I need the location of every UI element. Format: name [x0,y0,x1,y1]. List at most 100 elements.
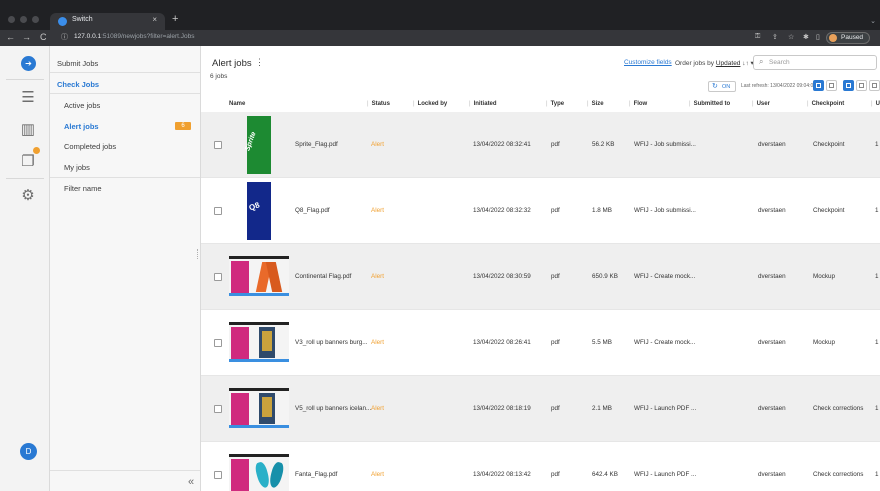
collapse-sidebar-icon[interactable]: « [188,476,194,488]
jobs-icon[interactable]: ❐ [18,152,38,172]
list-icon[interactable]: ☰ [18,88,38,108]
job-size: 642.4 KB [592,471,618,478]
forward-button[interactable]: → [22,32,31,42]
browser-tab[interactable]: Switch × [50,13,165,30]
job-thumbnail: Q8 [229,182,289,240]
search-placeholder: Search [769,59,790,66]
address-bar[interactable]: ⓘ 127.0.0.1:51089/newjobs?filter=alert.J… [58,32,748,44]
gear-icon[interactable]: ⚙ [18,186,38,206]
job-checkpoint: Mockup [813,339,836,346]
job-user: dverstaen [758,141,786,148]
extensions-icon[interactable]: ✱ [803,33,809,41]
window-controls[interactable] [8,16,39,23]
column-header-name[interactable]: Name [229,101,245,107]
switch-logo-icon[interactable]: ➔ [21,56,36,71]
job-name[interactable]: Continental Flag.pdf [295,273,351,280]
job-thumbnail [229,314,289,372]
bookmark-star-icon[interactable]: ☆ [788,33,794,41]
column-header-status[interactable]: | Status [367,101,390,107]
row-checkbox[interactable] [214,405,222,413]
sidebar-item-my-jobs[interactable]: My jobs [64,163,90,172]
view-thumbnails-icon[interactable] [843,80,854,91]
column-header-extra[interactable]: | U [871,101,880,107]
job-user: dverstaen [758,405,786,412]
job-name[interactable]: V5_roll up banners icelan... [295,405,371,412]
app-icon-rail: ➔ ☰ ▥ ❐ ⚙ D [0,46,50,491]
table-row[interactable]: V5_roll up banners icelan... Alert 13/04/2… [201,376,880,442]
alert-count-badge: 6 [175,122,191,130]
switch-favicon-icon [58,17,67,26]
job-flow: WFIJ - Job submissi... [634,207,696,214]
table-row[interactable]: Sprite Sprite_Flag.pdf Alert 13/04/2022 08:… [201,112,880,178]
column-header-submitted-to[interactable]: | Submitted to [689,101,730,107]
job-extra: 1 [875,339,879,346]
job-type: pdf [551,471,560,478]
column-header-user[interactable]: | User [752,101,770,107]
back-button[interactable]: ← [6,32,15,42]
key-icon[interactable]: ⚿ [755,33,760,41]
sidebar-item-filter-name[interactable]: Filter name [64,184,102,193]
new-tab-button[interactable]: + [172,13,178,25]
job-flow: WFIJ - Launch PDF ... [634,405,697,412]
site-info-icon[interactable]: ⓘ [61,32,68,42]
sidebar-item-alert-jobs[interactable]: Alert jobs [64,122,99,131]
customize-fields-link[interactable]: Customize fields [624,59,672,66]
table-row[interactable]: Q8 Q8_Flag.pdf Alert 13/04/2022 08:32:32 pdf… [201,178,880,244]
job-type: pdf [551,273,560,280]
column-header-checkpoint[interactable]: | Checkpoint [807,101,844,107]
job-name[interactable]: V3_roll up banners burg... [295,339,367,346]
refresh-icon: ↻ [712,83,718,90]
sidebar-item-active-jobs[interactable]: Active jobs [64,101,100,110]
job-extra: 1 [875,207,879,214]
order-field[interactable]: Updated [716,60,741,67]
job-initiated: 13/04/2022 08:32:41 [473,141,531,148]
tab-close-icon[interactable]: × [152,15,157,24]
row-checkbox[interactable] [214,207,222,215]
profile-avatar [829,34,837,42]
view-list-icon[interactable] [813,80,824,91]
auto-refresh-toggle[interactable]: ↻ ON [708,81,736,92]
row-checkbox[interactable] [214,471,222,479]
row-checkbox[interactable] [214,141,222,149]
board-icon[interactable]: ▥ [18,120,38,140]
search-input[interactable]: ⌕ Search [753,55,877,70]
profile-button[interactable]: Paused [826,32,870,44]
column-header-initiated[interactable]: | Initiated [469,101,497,107]
url-path: :51089/newjobs?filter=alert.Jobs [101,33,195,40]
job-status: Alert [371,141,384,148]
view-grid-icon[interactable] [856,80,867,91]
job-name[interactable]: Fanta_Flag.pdf [295,471,337,478]
table-row[interactable]: Continental Flag.pdf Alert 13/04/2022 08:3… [201,244,880,310]
user-avatar[interactable]: D [20,443,37,460]
more-options-icon[interactable]: ⋮ [255,57,264,68]
view-large-grid-icon[interactable] [869,80,880,91]
job-name[interactable]: Q8_Flag.pdf [295,207,330,214]
job-name[interactable]: Sprite_Flag.pdf [295,141,338,148]
job-status: Alert [371,273,384,280]
url-host: 127.0.0.1 [74,33,102,40]
reload-button[interactable]: C [40,32,47,42]
sidebar-item-check-jobs[interactable]: Check Jobs [57,80,99,89]
column-header-flow[interactable]: | Flow [629,101,647,107]
job-extra: 1 [875,471,879,478]
job-size: 2.1 MB [592,405,612,412]
column-header-type[interactable]: | Type [546,101,564,107]
sidebar-item-completed-jobs[interactable]: Completed jobs [64,142,116,151]
sidepanel-icon[interactable]: ▯ [816,33,820,41]
table-row[interactable]: Fanta_Flag.pdf Alert 13/04/2022 08:13:42 pd… [201,442,880,491]
job-extra: 1 [875,273,879,280]
row-checkbox[interactable] [214,273,222,281]
share-icon[interactable]: ⇪ [772,33,778,41]
job-size: 5.5 MB [592,339,612,346]
table-row[interactable]: V3_roll up banners burg... Alert 13/04/202… [201,310,880,376]
job-type: pdf [551,207,560,214]
column-header-size[interactable]: | Size [587,101,604,107]
sidebar-resize-handle[interactable] [197,249,199,259]
sidebar-item-submit-jobs[interactable]: Submit Jobs [57,59,98,68]
row-checkbox[interactable] [214,339,222,347]
job-initiated: 13/04/2022 08:30:59 [473,273,531,280]
tab-search-icon[interactable]: ⌄ [870,17,876,25]
order-jobs-control[interactable]: Order jobs by Updated ↓↑ ▾ [675,59,754,67]
column-header-locked-by[interactable]: | Locked by [413,101,447,107]
view-compact-icon[interactable] [826,80,837,91]
